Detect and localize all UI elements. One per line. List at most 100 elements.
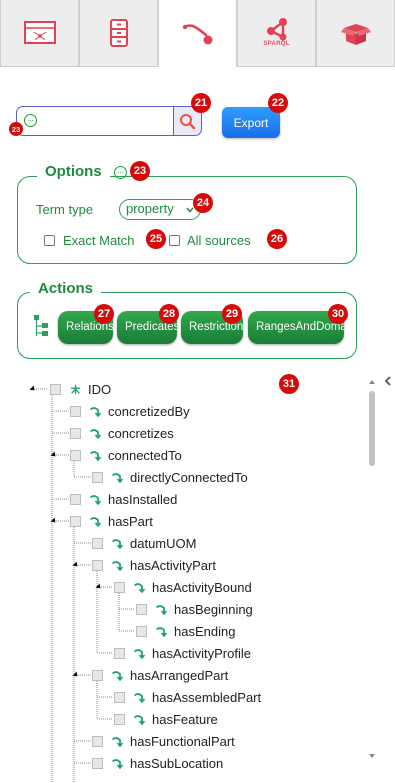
badge-22: 22 [268,93,288,113]
search-icon [180,113,196,129]
tree-node[interactable]: datumUOM [92,532,196,554]
node-checkbox[interactable] [70,493,81,505]
property-icon [89,494,102,505]
node-checkbox[interactable] [136,603,147,615]
node-label: hasActivityBound [152,579,252,595]
tab-graph[interactable] [0,0,79,67]
property-arrow-icon [182,23,212,44]
property-icon [89,450,102,461]
box-icon [340,24,371,45]
property-icon [133,692,146,703]
tree-node[interactable]: concretizes [70,422,174,444]
badge-31: 31 [279,374,299,394]
node-label: hasInstalled [108,491,178,507]
badge-25: 25 [146,229,166,249]
tree-node[interactable]: hasSubLocation [92,752,223,774]
tree-node[interactable]: hasPart [70,510,153,532]
tree-node[interactable]: directlyConnectedTo [92,466,248,488]
tree-node[interactable]: hasFunctionalPart [92,730,235,752]
tab-cabinet[interactable] [79,0,158,67]
node-checkbox[interactable] [70,405,81,417]
tree-node[interactable]: hasArrangedPart [92,664,228,686]
node-label: connectedTo [108,447,182,463]
options-fieldset [17,176,357,264]
badge-23: 23 [130,161,150,181]
collapse-panel-icon[interactable] [383,375,393,387]
options-info-icon[interactable]: ... [114,166,127,179]
tree-node[interactable]: hasActivityBound [114,576,252,598]
exact-match-checkbox[interactable] [44,235,55,246]
tree-node[interactable]: connectedTo [70,444,182,466]
tab-bar: SPARQL [0,0,395,67]
property-icon [111,472,124,483]
tree-node-root[interactable]: IDO [50,378,111,400]
node-checkbox[interactable] [92,537,103,549]
node-checkbox[interactable] [136,625,147,637]
scroll-up-icon[interactable] [367,378,377,386]
property-icon [89,406,102,417]
node-label: hasFunctionalPart [130,733,235,749]
node-label: hasAssembledPart [152,689,262,705]
actions-legend: Actions [30,280,102,297]
node-checkbox[interactable] [70,427,81,439]
cabinet-icon [109,19,128,47]
tab-properties[interactable] [158,0,237,67]
property-icon [111,758,124,769]
node-checkbox[interactable] [70,515,81,527]
node-checkbox[interactable] [114,691,125,703]
chevron-down-icon [186,207,194,213]
node-label: hasFeature [152,711,218,727]
export-button[interactable]: Export [222,107,280,138]
node-checkbox[interactable] [92,471,103,483]
node-checkbox[interactable] [92,735,103,747]
node-checkbox[interactable] [92,669,103,681]
tree-node[interactable]: hasAssembledPart [114,686,261,708]
info-icon[interactable]: ... [24,114,37,127]
property-icon [111,560,124,571]
badge-29: 29 [222,304,242,324]
node-checkbox[interactable] [114,581,125,593]
node-checkbox[interactable] [50,383,61,395]
sparql-tab-label: SPARQL [263,41,290,47]
node-label: directlyConnectedTo [130,469,248,485]
tab-box[interactable] [316,0,395,67]
scrollbar-thumb[interactable] [369,391,375,466]
tree-node[interactable]: hasActivityProfile [114,642,251,664]
all-sources-checkbox[interactable] [169,235,180,246]
badge-28: 28 [159,304,179,324]
term-type-label: Term type [36,202,94,217]
node-checkbox[interactable] [92,757,103,769]
badge-23-small: 23 [9,122,23,136]
tree-node[interactable]: concretizedBy [70,400,190,422]
badge-30: 30 [328,304,348,324]
node-checkbox[interactable] [114,647,125,659]
options-legend: Options [37,163,110,180]
tree-node[interactable]: hasEnding [136,620,235,642]
node-label: hasSubLocation [130,755,224,771]
exact-match-label: Exact Match [63,233,135,248]
term-type-value: property [126,201,174,216]
tree-node[interactable]: hasInstalled [70,488,177,510]
node-label: hasBeginning [174,601,253,617]
property-icon [133,648,146,659]
node-checkbox[interactable] [92,559,103,571]
property-icon [111,736,124,747]
node-checkbox[interactable] [70,449,81,461]
tree-node[interactable]: hasBeginning [136,598,253,620]
scroll-down-icon[interactable] [367,752,377,760]
node-label: concretizedBy [108,403,190,419]
tree-node[interactable]: hasFeature [114,708,218,730]
property-icon [111,538,124,549]
node-label: hasPart [108,513,153,529]
search-input[interactable] [16,106,174,136]
sparql-icon [266,18,287,41]
node-checkbox[interactable] [114,713,125,725]
property-tree[interactable]: IDO concretizedBy concretizes connectedTo d… [0,372,365,783]
term-type-select[interactable]: property [119,199,201,220]
hierarchy-icon[interactable] [33,314,51,340]
node-label: hasEnding [174,623,236,639]
tree-node[interactable]: hasActivityPart [92,554,216,576]
node-label: hasActivityProfile [152,645,251,661]
tab-sparql[interactable]: SPARQL [237,0,316,67]
property-icon [89,428,102,439]
